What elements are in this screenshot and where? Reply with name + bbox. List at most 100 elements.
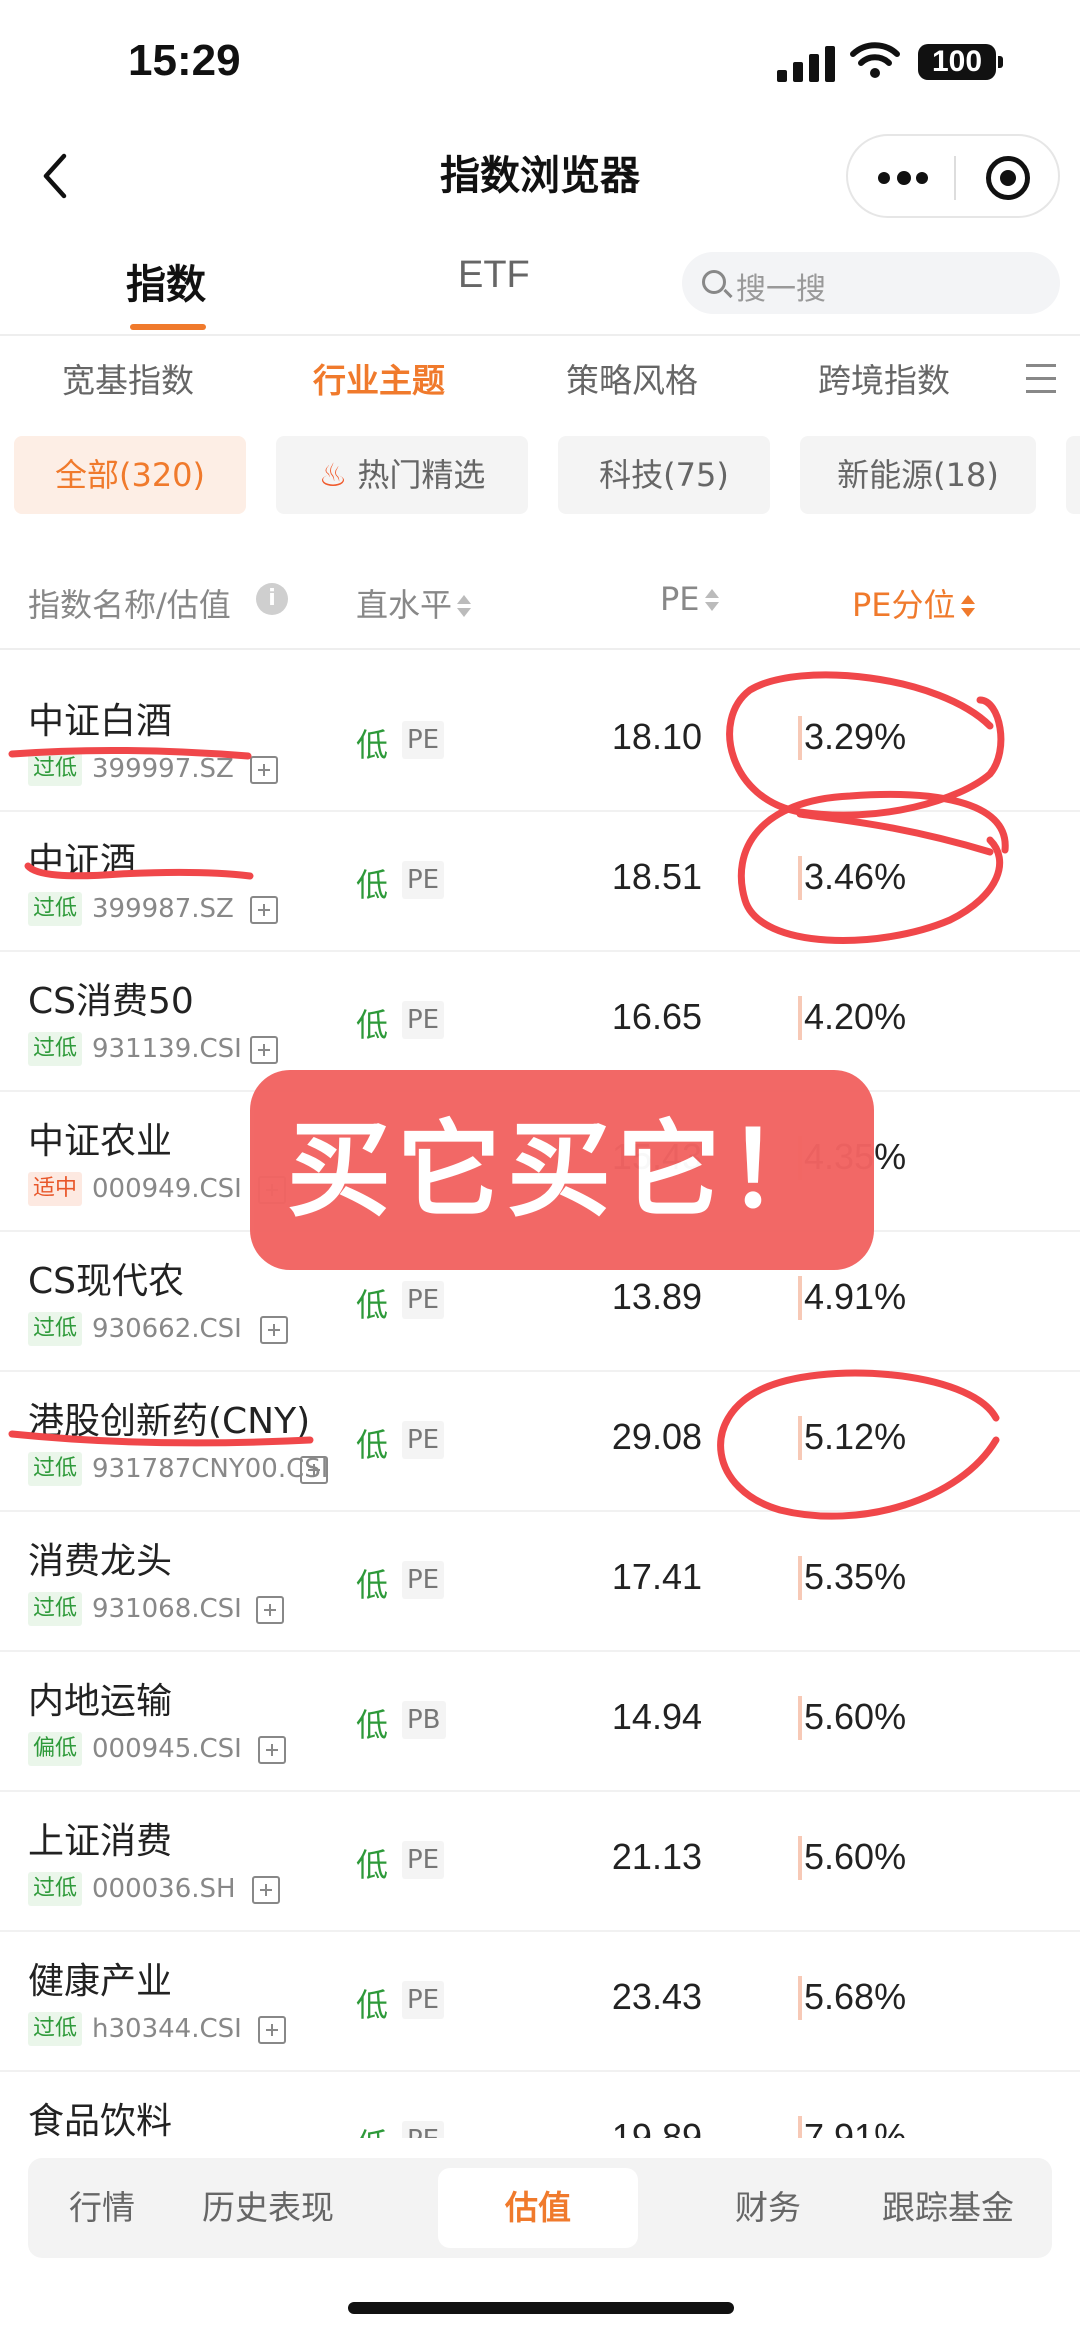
close-target-icon[interactable] bbox=[986, 156, 1030, 200]
metric-badge: PE bbox=[402, 1001, 445, 1039]
list-item[interactable]: 消费龙头 过低 931068.CSI 低 PE 17.41 5.35% bbox=[0, 1512, 1080, 1652]
category-broad[interactable]: 宽基指数 bbox=[62, 354, 194, 402]
valuation-level: 低 bbox=[356, 726, 389, 764]
chip-all[interactable]: 全部(320) bbox=[14, 436, 246, 514]
valuation-level: 低 bbox=[356, 2120, 388, 2138]
col-level-header[interactable]: 直水平 bbox=[356, 580, 472, 626]
pe-percentile: 3.46% bbox=[804, 856, 907, 897]
tab-active-underline bbox=[130, 324, 206, 330]
valuation-tag: 过低 bbox=[28, 1032, 83, 1066]
fire-icon: ♨ bbox=[318, 456, 348, 494]
index-code: h30344.CSI bbox=[92, 2014, 242, 2044]
index-name: 上证消费 bbox=[28, 1821, 173, 1862]
chip-hot[interactable]: ♨ 热门精选 bbox=[276, 436, 528, 514]
list-item[interactable]: 中证酒 过低 399987.SZ 低 PE 18.51 3.46% bbox=[0, 812, 1080, 952]
index-name: 中证酒 bbox=[28, 841, 137, 882]
add-icon[interactable] bbox=[258, 2016, 286, 2044]
chip-new-energy[interactable]: 新能源(18) bbox=[800, 436, 1036, 514]
info-icon[interactable]: i bbox=[256, 583, 288, 615]
index-code: 000945.CSI bbox=[92, 1734, 242, 1764]
add-icon[interactable] bbox=[250, 756, 278, 784]
pe-value: 21.13 bbox=[611, 1836, 702, 1877]
list-item[interactable]: 上证消费 过低 000036.SH 低 PE 21.13 5.60% bbox=[0, 1792, 1080, 1932]
tab-index[interactable]: 指数 bbox=[126, 252, 206, 310]
index-list[interactable]: 中证白酒 过低 399997.SZ 低 PE 18.10 3.29% 中证酒 过低 399987.… bbox=[0, 650, 1080, 2138]
sort-icon bbox=[456, 594, 472, 620]
add-icon[interactable] bbox=[252, 1876, 280, 1904]
mini-program-capsule bbox=[846, 134, 1060, 218]
wifi-icon bbox=[850, 42, 900, 78]
index-code: 930662.CSI bbox=[92, 1314, 242, 1344]
index-code: 931139.CSI bbox=[92, 1034, 242, 1064]
list-item[interactable]: 食品饮料低 PE 19.89 7.91% bbox=[0, 2072, 1080, 2138]
percentile-bar bbox=[798, 1416, 802, 1460]
add-icon[interactable] bbox=[260, 1316, 288, 1344]
percentile-bar bbox=[798, 1696, 802, 1740]
partial-row bbox=[0, 650, 1080, 672]
list-item[interactable]: 健康产业 过低 h30344.CSI 低 PE 23.43 5.68% bbox=[0, 1932, 1080, 2072]
percentile-bar bbox=[798, 1836, 802, 1880]
pe-percentile: 5.68% bbox=[804, 1976, 907, 2017]
percentile-bar bbox=[798, 1976, 802, 2020]
index-code: 000949.CSI bbox=[92, 1174, 242, 1204]
pe-value: 17.41 bbox=[611, 1556, 702, 1597]
tab-tracking-funds[interactable]: 跟踪基金 bbox=[848, 2158, 1048, 2258]
index-name: 内地运输 bbox=[28, 1681, 173, 1722]
col-pct-header[interactable]: PE分位 bbox=[852, 580, 976, 626]
valuation-tag: 过低 bbox=[28, 1452, 83, 1486]
valuation-tag: 过低 bbox=[28, 2012, 83, 2046]
metric-badge: PB bbox=[402, 1701, 446, 1739]
index-name: 食品饮料 bbox=[28, 2101, 173, 2138]
search-input[interactable]: 搜一搜 bbox=[682, 252, 1060, 314]
sort-icon bbox=[704, 588, 720, 614]
chip-tech[interactable]: 科技(75) bbox=[558, 436, 770, 514]
metric-badge: PE bbox=[402, 1561, 445, 1599]
index-code: 931068.CSI bbox=[92, 1594, 242, 1624]
index-name: 港股创新药(CNY) bbox=[28, 1401, 311, 1442]
valuation-tag: 偏低 bbox=[28, 1732, 83, 1766]
col-level-label: 直水平 bbox=[356, 586, 453, 624]
pe-percentile: 5.35% bbox=[804, 1556, 907, 1597]
add-icon[interactable] bbox=[250, 1036, 278, 1064]
valuation-tag: 过低 bbox=[28, 752, 83, 786]
valuation-tag: 过低 bbox=[28, 1872, 83, 1906]
add-icon[interactable] bbox=[258, 1736, 286, 1764]
index-name: CS消费50 bbox=[28, 981, 194, 1022]
percentile-bar bbox=[798, 1556, 802, 1600]
tab-history[interactable]: 历史表现 bbox=[168, 2158, 368, 2258]
category-industry[interactable]: 行业主题 bbox=[313, 354, 445, 402]
list-item[interactable]: 内地运输 偏低 000945.CSI 低 PB 14.94 5.60% bbox=[0, 1652, 1080, 1792]
valuation-level: 低 bbox=[356, 1566, 389, 1604]
add-icon[interactable] bbox=[250, 896, 278, 924]
col-pe-header[interactable]: PE bbox=[660, 580, 720, 618]
tab-market[interactable]: 行情 bbox=[28, 2158, 176, 2258]
sticker-overlay: 买它买它！ bbox=[250, 1070, 874, 1270]
divider bbox=[0, 334, 1080, 336]
tab-etf[interactable]: ETF bbox=[458, 254, 530, 297]
pe-percentile: 7.91% bbox=[804, 2116, 907, 2138]
chip-more[interactable] bbox=[1066, 436, 1080, 514]
tab-finance[interactable]: 财务 bbox=[668, 2158, 868, 2258]
index-name: 中证农业 bbox=[28, 1121, 173, 1162]
valuation-tag: 过低 bbox=[28, 1592, 83, 1626]
pe-value: 29.08 bbox=[611, 1416, 702, 1457]
metric-badge: PE bbox=[402, 1421, 445, 1459]
category-strategy[interactable]: 策略风格 bbox=[566, 354, 698, 402]
valuation-level: 低 bbox=[356, 1846, 389, 1884]
list-item[interactable]: 中证白酒 过低 399997.SZ 低 PE 18.10 3.29% bbox=[0, 672, 1080, 812]
tab-valuation[interactable]: 估值 bbox=[438, 2168, 638, 2248]
list-item[interactable]: 港股创新药(CNY) 过低 931787CNY00.CSI 低 PE 29.08 5.12% bbox=[0, 1372, 1080, 1512]
screen: { "status_bar": {"time": "15:29", "batte… bbox=[0, 0, 1080, 2337]
metric-badge: PE bbox=[402, 2121, 445, 2138]
more-dots-icon[interactable] bbox=[878, 168, 928, 188]
capsule-divider bbox=[954, 156, 956, 200]
menu-icon[interactable] bbox=[1026, 362, 1056, 396]
metric-badge: PE bbox=[402, 1841, 445, 1879]
metric-badge: PE bbox=[402, 721, 445, 759]
add-icon[interactable] bbox=[256, 1596, 284, 1624]
category-cross-border[interactable]: 跨境指数 bbox=[818, 354, 950, 402]
status-time: 15:29 bbox=[128, 36, 241, 85]
pe-value: 18.10 bbox=[611, 716, 702, 757]
valuation-level: 低 bbox=[356, 1706, 389, 1744]
add-icon[interactable] bbox=[300, 1456, 328, 1484]
